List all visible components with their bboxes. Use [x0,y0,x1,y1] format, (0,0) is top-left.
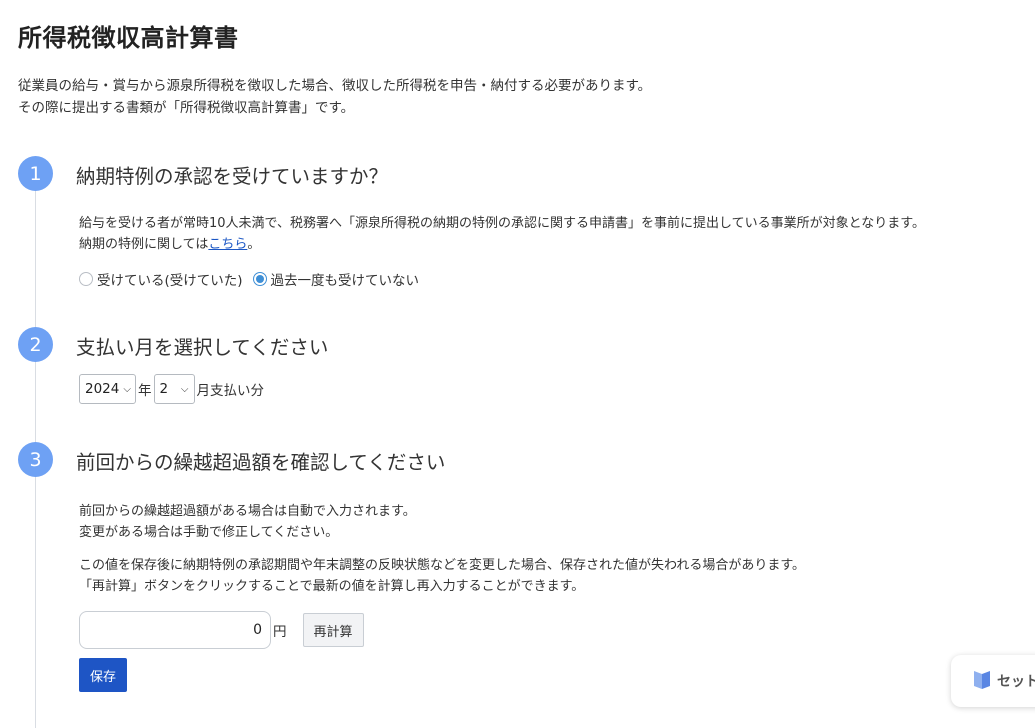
radio-received[interactable] [79,272,93,286]
step-1-desc-suffix: 。 [247,237,261,252]
yen-unit-label: 円 [273,624,287,640]
year-select[interactable]: 2024 ⌵ [79,374,136,404]
step-3-desc-line-1: 前回からの繰越超過額がある場合は自動で入力されます。 [79,504,416,519]
month-select[interactable]: 2 ⌵ [153,374,195,404]
step-3-description: 前回からの繰越超過額がある場合は自動で入力されます。 変更がある場合は手動で修正… [79,501,416,543]
step-1-title: 納期特例の承認を受けていますか？ [76,165,389,188]
setup-guide-widget[interactable]: セット [951,655,1035,707]
step-3-desc-line-2: 変更がある場合は手動で修正してください。 [79,525,339,540]
month-unit-label: 月支払い分 [196,383,265,399]
setup-guide-label: セット [997,674,1035,690]
intro-line-1: 従業員の給与・賞与から源泉所得税を徴収した場合、徴収した所得税を申告・納付する必… [18,78,652,94]
book-icon [973,668,991,694]
radio-received-label: 受けている(受けていた) [97,273,243,289]
save-button[interactable]: 保存 [79,658,127,692]
carryover-amount-input[interactable]: 0 [79,611,271,649]
year-unit-label: 年 [138,383,152,399]
step-2-number: 2 [18,327,53,362]
radio-never-received[interactable] [252,272,267,286]
intro-line-2: その際に提出する書類が「所得税徴収高計算書」です。 [18,100,355,116]
recalculate-button[interactable]: 再計算 [302,613,364,647]
step-3-title: 前回からの繰越超過額を確認してください [76,451,446,474]
page-title: 所得税徴収高計算書 [18,24,239,52]
month-select-value: 2 [159,381,169,397]
chevron-down-icon: ⌵ [123,383,131,395]
chevron-down-icon: ⌵ [180,383,189,395]
step-3-note: この値を保存後に納期特例の承認期間や年末調整の反映状態などを変更した場合、保存さ… [79,555,805,597]
step-1-description: 給与を受ける者が常時10人未満で、税務署へ「源泉所得税の納期の特例の承認に関する… [79,213,925,255]
step-1-desc-line-2: 納期の特例に関してはこちら。 [79,234,925,255]
radio-never-received-label: 過去一度も受けていない [270,273,420,289]
year-select-value: 2024 [85,381,120,397]
carryover-amount-row: 0 円 再計算 [79,611,364,649]
radio-option-never-received[interactable]: 過去一度も受けていない [252,269,420,289]
tokurei-radio-group: 受けている(受けていた) 過去一度も受けていない [79,269,429,289]
step-3-number: 3 [18,442,53,477]
step-1-desc-line-1: 給与を受ける者が常時10人未満で、税務署へ「源泉所得税の納期の特例の承認に関する… [79,216,925,231]
intro-text: 従業員の給与・賞与から源泉所得税を徴収した場合、徴収した所得税を申告・納付する必… [18,75,651,119]
step-1-desc-prefix: 納期の特例に関しては [79,237,209,252]
step-3-note-line-1: この値を保存後に納期特例の承認期間や年末調整の反映状態などを変更した場合、保存さ… [79,558,806,573]
step-1-number: 1 [18,156,53,191]
step-3-note-line-2: 「再計算」ボタンをクリックすることで最新の値を計算し再入力することができます。 [79,579,585,594]
step-2-title: 支払い月を選択してください [76,336,329,359]
tokurei-info-link[interactable]: こちら [208,237,247,252]
payment-month-selector: 2024 ⌵ 年 2 ⌵ 月支払い分 [79,374,266,404]
radio-option-received[interactable]: 受けている(受けていた) [79,269,243,289]
